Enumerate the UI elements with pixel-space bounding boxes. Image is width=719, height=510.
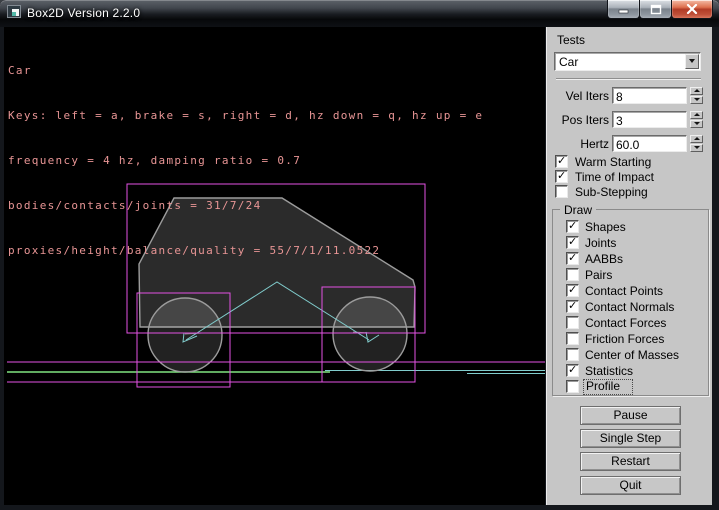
arrow-up-icon bbox=[694, 113, 700, 116]
titlebar[interactable]: Box2D Version 2.2.0 bbox=[0, 0, 719, 27]
pos-iters-stepper bbox=[690, 111, 703, 128]
proxies-line: proxies/height/balance/quality = 55/7/1/… bbox=[8, 243, 483, 258]
close-icon bbox=[686, 4, 698, 14]
hertz-label: Hertz bbox=[547, 137, 609, 151]
debug-stats-text: Car Keys: left = a, brake = s, right = d… bbox=[8, 33, 483, 288]
spinner-up-button[interactable] bbox=[690, 87, 703, 95]
contact-forces-checkbox[interactable] bbox=[566, 316, 579, 329]
spinner-down-button[interactable] bbox=[690, 96, 703, 104]
control-panel: Tests Car Vel Iters 8 Pos Iters 3 Hertz … bbox=[546, 27, 712, 505]
contact-points-checkbox[interactable] bbox=[566, 284, 579, 297]
maximize-button[interactable] bbox=[639, 0, 672, 19]
joints-checkbox[interactable] bbox=[566, 236, 579, 249]
statistics-checkbox[interactable] bbox=[566, 364, 579, 377]
app-window: Box2D Version 2.2.0 bbox=[0, 0, 719, 510]
tests-label: Tests bbox=[557, 34, 585, 47]
restart-button[interactable]: Restart bbox=[580, 452, 681, 471]
test-name-line: Car bbox=[8, 63, 483, 78]
time-of-impact-checkbox[interactable] bbox=[555, 170, 568, 183]
aabbs-checkbox[interactable] bbox=[566, 252, 579, 265]
tests-dropdown-value: Car bbox=[559, 55, 578, 69]
draw-group-legend: Draw bbox=[560, 203, 596, 217]
spinner-down-button[interactable] bbox=[690, 120, 703, 128]
sub-stepping-label: Sub-Stepping bbox=[575, 186, 648, 199]
quit-button[interactable]: Quit bbox=[580, 476, 681, 495]
front-wheel-circle bbox=[333, 297, 407, 371]
arrow-up-icon bbox=[694, 137, 700, 140]
spinner-up-button[interactable] bbox=[690, 135, 703, 143]
frequency-line: frequency = 4 hz, damping ratio = 0.7 bbox=[8, 153, 483, 168]
profile-label: Profile bbox=[584, 380, 632, 394]
pairs-checkbox[interactable] bbox=[566, 268, 579, 281]
single-step-button[interactable]: Single Step bbox=[580, 429, 681, 448]
contact-normals-label: Contact Normals bbox=[585, 301, 674, 314]
friction-forces-checkbox[interactable] bbox=[566, 332, 579, 345]
center-of-masses-checkbox[interactable] bbox=[566, 348, 579, 361]
pairs-label: Pairs bbox=[585, 269, 612, 282]
shapes-checkbox[interactable] bbox=[566, 220, 579, 233]
rear-wheel-circle bbox=[148, 298, 222, 372]
close-button[interactable] bbox=[671, 0, 713, 19]
arrow-up-icon bbox=[694, 89, 700, 92]
pos-iters-label: Pos Iters bbox=[547, 113, 609, 127]
hertz-field[interactable]: 60.0 bbox=[612, 135, 687, 152]
maximize-icon bbox=[650, 4, 662, 15]
aabbs-label: AABBs bbox=[585, 253, 623, 266]
arrow-down-icon bbox=[694, 98, 700, 101]
simulation-canvas[interactable]: Car Keys: left = a, brake = s, right = d… bbox=[4, 27, 545, 505]
app-icon bbox=[7, 5, 21, 18]
shapes-label: Shapes bbox=[585, 221, 626, 234]
friction-forces-label: Friction Forces bbox=[585, 333, 664, 346]
profile-checkbox[interactable] bbox=[566, 380, 579, 393]
chevron-down-icon bbox=[689, 59, 695, 63]
joints-label: Joints bbox=[585, 237, 616, 250]
window-title: Box2D Version 2.2.0 bbox=[27, 6, 140, 20]
tests-dropdown-arrow-button[interactable] bbox=[685, 54, 699, 69]
spinner-up-button[interactable] bbox=[690, 111, 703, 119]
warm-starting-checkbox[interactable] bbox=[555, 155, 568, 168]
tests-dropdown[interactable]: Car bbox=[554, 52, 701, 71]
profile-label-wrap: Profile bbox=[584, 380, 632, 394]
window-controls bbox=[607, 0, 713, 19]
statistics-label: Statistics bbox=[585, 365, 633, 378]
separator bbox=[556, 78, 701, 79]
contact-normals-checkbox[interactable] bbox=[566, 300, 579, 313]
bodies-line: bodies/contacts/joints = 31/7/24 bbox=[8, 198, 483, 213]
contact-points-label: Contact Points bbox=[585, 285, 663, 298]
minimize-icon bbox=[618, 4, 630, 14]
arrow-down-icon bbox=[694, 122, 700, 125]
contact-forces-label: Contact Forces bbox=[585, 317, 666, 330]
minimize-button[interactable] bbox=[607, 0, 640, 19]
pause-button[interactable]: Pause bbox=[580, 406, 681, 425]
sub-stepping-checkbox[interactable] bbox=[555, 185, 568, 198]
hertz-stepper bbox=[690, 135, 703, 152]
vel-iters-label: Vel Iters bbox=[547, 89, 609, 103]
pos-iters-field[interactable]: 3 bbox=[612, 111, 687, 128]
vel-iters-stepper bbox=[690, 87, 703, 104]
warm-starting-label: Warm Starting bbox=[575, 156, 651, 169]
center-of-masses-label: Center of Masses bbox=[585, 349, 679, 362]
vel-iters-field[interactable]: 8 bbox=[612, 87, 687, 104]
arrow-down-icon bbox=[694, 146, 700, 149]
time-of-impact-label: Time of Impact bbox=[575, 171, 654, 184]
spinner-down-button[interactable] bbox=[690, 144, 703, 152]
keys-line: Keys: left = a, brake = s, right = d, hz… bbox=[8, 108, 483, 123]
